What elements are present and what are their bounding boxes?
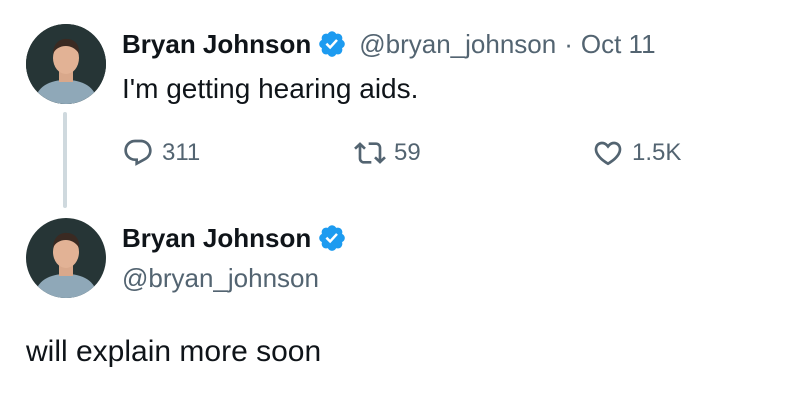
tweet-date[interactable]: Oct 11 <box>581 28 656 60</box>
repost-icon <box>354 137 386 169</box>
tweet-text: will explain more soon <box>26 335 322 368</box>
avatar[interactable] <box>26 24 106 104</box>
avatar[interactable] <box>26 218 106 298</box>
like-button[interactable]: 1.5K <box>592 137 681 169</box>
reply-icon <box>122 137 154 169</box>
author-display-name[interactable]: Bryan Johnson <box>122 222 311 254</box>
author-handle[interactable]: @bryan_johnson <box>359 28 556 60</box>
author-handle[interactable]: @bryan_johnson <box>122 262 319 294</box>
avatar-photo <box>26 24 106 104</box>
tweet-actions-bar: 311 59 1.5K <box>0 137 800 171</box>
verified-badge-icon[interactable] <box>317 29 347 59</box>
like-count: 1.5K <box>632 139 682 166</box>
avatar-photo <box>26 218 106 298</box>
heart-icon <box>592 137 624 169</box>
reply-count: 311 <box>162 139 201 166</box>
tweet-header: Bryan Johnson @bryan_johnson · Oct 11 <box>122 28 656 60</box>
reply-button[interactable]: 311 <box>122 137 200 169</box>
tweet-header: Bryan Johnson <box>122 222 359 254</box>
verified-badge-icon[interactable] <box>317 223 347 253</box>
tweet-text: I'm getting hearing aids. <box>122 73 419 104</box>
separator-dot: · <box>564 29 573 59</box>
author-display-name[interactable]: Bryan Johnson <box>122 28 311 60</box>
repost-count: 59 <box>394 139 421 166</box>
repost-button[interactable]: 59 <box>354 137 421 169</box>
